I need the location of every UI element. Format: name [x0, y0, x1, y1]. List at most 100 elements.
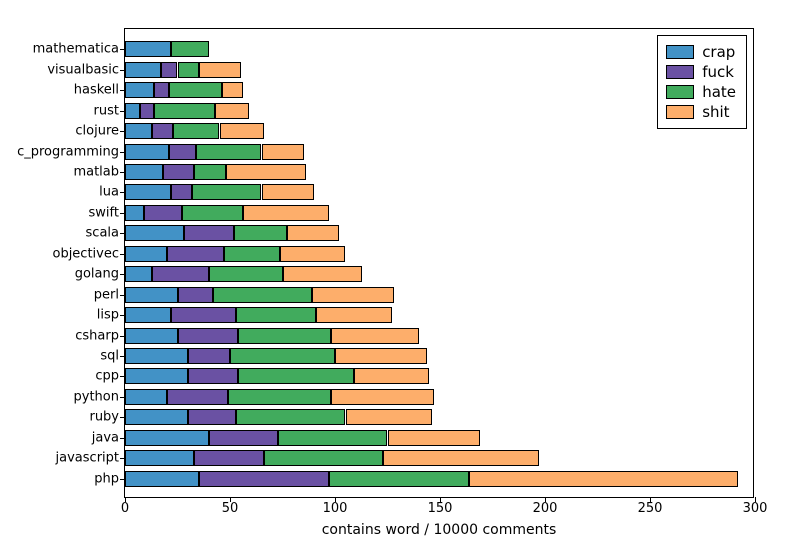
- bar-python-hate: [228, 389, 331, 405]
- bar-scala-fuck: [184, 225, 234, 241]
- bar-csharp-shit: [331, 328, 419, 344]
- ytick-mark: [120, 397, 125, 398]
- bar-rust-fuck: [140, 103, 155, 119]
- bar-c_programming-hate: [196, 144, 261, 160]
- bar-visualbasic-crap: [125, 62, 161, 78]
- bar-cpp-hate: [238, 368, 354, 384]
- bar-ruby-shit: [346, 409, 432, 425]
- ytick-label-haskell: haskell: [74, 83, 125, 98]
- bar-python-fuck: [167, 389, 228, 405]
- bar-scala-shit: [287, 225, 340, 241]
- bar-csharp-hate: [238, 328, 330, 344]
- ytick-label-mathematica: mathematica: [33, 42, 125, 57]
- bar-c_programming-crap: [125, 144, 169, 160]
- xtick-label-200: 200: [533, 497, 558, 516]
- bar-cpp-fuck: [188, 368, 238, 384]
- ytick-mark: [120, 70, 125, 71]
- ytick-label-matlab: matlab: [73, 165, 125, 180]
- ytick-mark: [120, 336, 125, 337]
- x-axis-label: contains word / 10000 comments: [322, 522, 557, 538]
- ytick-mark: [120, 315, 125, 316]
- legend-label-crap: crap: [702, 42, 735, 62]
- bar-swift-shit: [243, 205, 329, 221]
- bar-matlab-fuck: [163, 164, 195, 180]
- ytick-mark: [120, 90, 125, 91]
- bar-javascript-crap: [125, 450, 194, 466]
- ytick-mark: [120, 111, 125, 112]
- bar-ruby-hate: [236, 409, 345, 425]
- bar-rust-shit: [215, 103, 249, 119]
- bar-objectivec-crap: [125, 246, 167, 262]
- bar-swift-crap: [125, 205, 144, 221]
- bar-objectivec-shit: [280, 246, 345, 262]
- ytick-mark: [120, 213, 125, 214]
- bar-mathematica-hate: [171, 41, 209, 57]
- bar-lisp-shit: [316, 307, 392, 323]
- bar-perl-crap: [125, 287, 178, 303]
- legend-swatch-hate: [666, 85, 694, 99]
- ytick-mark: [120, 131, 125, 132]
- bar-php-hate: [329, 471, 470, 487]
- bar-objectivec-fuck: [167, 246, 224, 262]
- bar-swift-fuck: [144, 205, 182, 221]
- ytick-mark: [120, 376, 125, 377]
- bar-sql-hate: [230, 348, 335, 364]
- xtick-label-250: 250: [638, 497, 663, 516]
- bar-sql-crap: [125, 348, 188, 364]
- xtick-label-50: 50: [222, 497, 239, 516]
- xtick-label-100: 100: [323, 497, 348, 516]
- bar-perl-shit: [312, 287, 394, 303]
- ytick-label-objectivec: objectivec: [52, 246, 125, 261]
- xtick-label-0: 0: [121, 497, 129, 516]
- ytick-mark: [120, 438, 125, 439]
- bar-matlab-crap: [125, 164, 163, 180]
- bar-csharp-crap: [125, 328, 178, 344]
- xtick-label-300: 300: [743, 497, 768, 516]
- bar-scala-hate: [234, 225, 287, 241]
- bar-java-crap: [125, 430, 209, 446]
- bar-haskell-crap: [125, 82, 154, 98]
- bar-objectivec-hate: [224, 246, 281, 262]
- legend-item-fuck: fuck: [666, 62, 736, 82]
- legend-item-crap: crap: [666, 42, 736, 62]
- bar-ruby-fuck: [188, 409, 236, 425]
- bar-lua-hate: [192, 184, 261, 200]
- bar-ruby-crap: [125, 409, 188, 425]
- bar-lua-crap: [125, 184, 171, 200]
- legend-label-hate: hate: [702, 82, 736, 102]
- bar-lisp-crap: [125, 307, 171, 323]
- bar-golang-crap: [125, 266, 152, 282]
- legend-swatch-fuck: [666, 65, 694, 79]
- bar-haskell-hate: [169, 82, 222, 98]
- bar-php-fuck: [199, 471, 329, 487]
- ytick-label-c_programming: c_programming: [17, 144, 125, 159]
- ytick-mark: [120, 192, 125, 193]
- bar-java-shit: [388, 430, 480, 446]
- bar-clojure-crap: [125, 123, 152, 139]
- bar-clojure-fuck: [152, 123, 173, 139]
- legend-label-fuck: fuck: [702, 62, 734, 82]
- bar-javascript-hate: [264, 450, 384, 466]
- ytick-label-python: python: [74, 389, 125, 404]
- ytick-label-golang: golang: [75, 267, 125, 282]
- bar-javascript-fuck: [194, 450, 263, 466]
- ytick-label-clojure: clojure: [75, 124, 125, 139]
- bar-rust-crap: [125, 103, 140, 119]
- legend-item-hate: hate: [666, 82, 736, 102]
- bar-perl-hate: [213, 287, 312, 303]
- legend-label-shit: shit: [702, 102, 729, 122]
- ytick-label-visualbasic: visualbasic: [47, 62, 125, 77]
- bar-scala-crap: [125, 225, 184, 241]
- bar-clojure-hate: [173, 123, 219, 139]
- legend: crapfuckhateshit: [657, 35, 747, 129]
- ytick-mark: [120, 274, 125, 275]
- plot-area: crapfuckhateshit phpjavascriptjavarubypy…: [124, 28, 754, 498]
- bar-golang-fuck: [152, 266, 209, 282]
- ytick-label-csharp: csharp: [75, 328, 125, 343]
- legend-item-shit: shit: [666, 102, 736, 122]
- ytick-mark: [120, 479, 125, 480]
- bar-sql-shit: [335, 348, 427, 364]
- bar-mathematica-crap: [125, 41, 171, 57]
- ytick-mark: [120, 152, 125, 153]
- bar-clojure-shit: [220, 123, 264, 139]
